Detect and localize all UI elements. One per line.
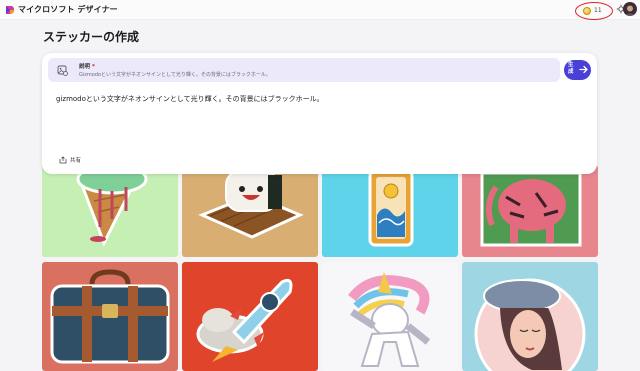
gallery-item[interactable] bbox=[42, 262, 178, 371]
tarot-card-sticker-icon bbox=[368, 169, 414, 247]
unicorn-sticker-icon bbox=[348, 272, 431, 367]
coin-icon bbox=[583, 7, 591, 15]
share-icon bbox=[59, 156, 67, 164]
arrow-right-icon bbox=[579, 65, 588, 74]
image-settings-icon bbox=[57, 65, 68, 76]
ice-cream-sticker-icon bbox=[76, 165, 148, 247]
rocket-sticker-icon bbox=[196, 278, 293, 362]
gallery-item[interactable] bbox=[462, 262, 598, 371]
user-avatar[interactable] bbox=[623, 2, 637, 16]
generate-button[interactable]: 生成 bbox=[564, 60, 591, 80]
tiger-sticker-icon bbox=[480, 171, 582, 247]
description-header[interactable]: 説明 * Gizmodoという文字がネオンサインとして光り輝く。その背景にはブラ… bbox=[48, 58, 560, 82]
description-label: 説明 * bbox=[79, 64, 95, 70]
boost-counter[interactable]: 11 bbox=[575, 2, 613, 20]
description-preview: Gizmodoという文字がネオンサインとして光り輝く。その背景にはブラックホール… bbox=[79, 72, 271, 78]
gallery-item[interactable] bbox=[322, 165, 458, 257]
top-bar: マイクロソフト デザイナー 11 bbox=[0, 0, 640, 20]
app-title[interactable]: マイクロソフト デザイナー bbox=[18, 4, 118, 15]
gallery-item[interactable] bbox=[322, 262, 458, 371]
page-title: ステッカーの作成 bbox=[43, 30, 140, 44]
share-label: 共有 bbox=[70, 158, 82, 164]
woman-beret-sticker-icon bbox=[474, 278, 586, 371]
designer-logo-icon bbox=[6, 6, 14, 14]
sushi-sticker-icon bbox=[198, 170, 304, 239]
generate-label: 生成 bbox=[568, 62, 574, 75]
required-mark: * bbox=[91, 64, 95, 70]
gallery-item[interactable] bbox=[462, 165, 598, 257]
boost-count: 11 bbox=[594, 7, 602, 14]
gallery-item[interactable] bbox=[42, 165, 178, 257]
prompt-input[interactable]: gizmodoという文字がネオンサインとして光り輝く。その背景にはブラックホール… bbox=[56, 94, 324, 104]
suitcase-sticker-icon bbox=[50, 269, 170, 364]
gallery-item[interactable] bbox=[182, 165, 318, 257]
prompt-card: 説明 * Gizmodoという文字がネオンサインとして光り輝く。その背景にはブラ… bbox=[42, 53, 597, 174]
gallery-item[interactable] bbox=[182, 262, 318, 371]
